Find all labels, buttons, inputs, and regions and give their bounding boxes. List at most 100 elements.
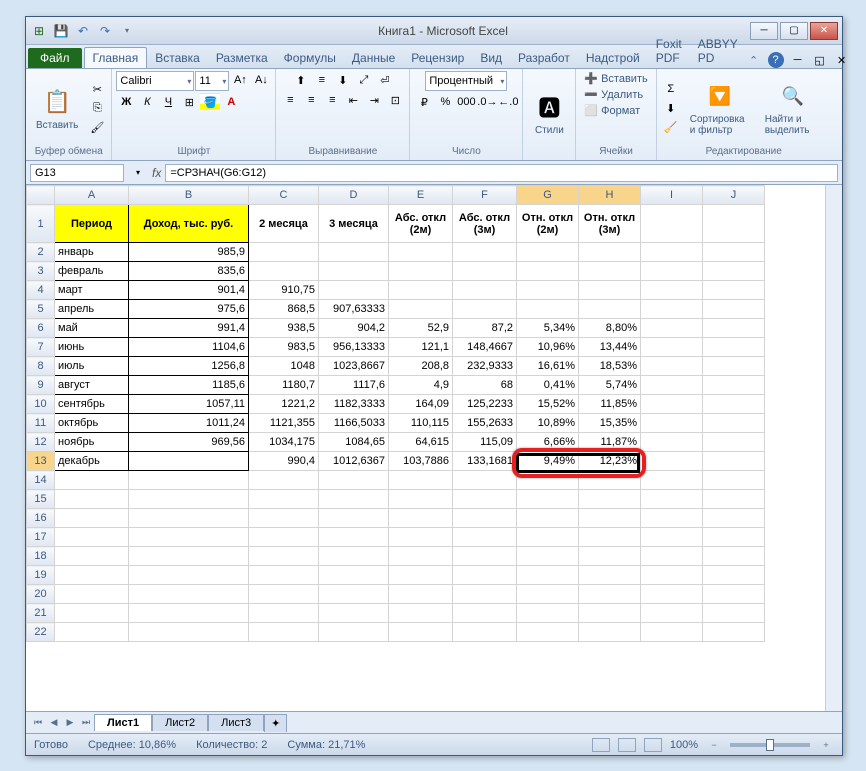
cell-J10[interactable] xyxy=(703,395,765,414)
row-header-15[interactable]: 15 xyxy=(27,490,55,509)
find-select-button[interactable]: 🔍 Найти и выделить xyxy=(759,78,827,138)
cell-I18[interactable] xyxy=(641,547,703,566)
cell-G10[interactable]: 15,52% xyxy=(517,395,579,414)
cell-F14[interactable] xyxy=(453,471,517,490)
cell-J22[interactable] xyxy=(703,623,765,642)
vertical-scrollbar[interactable] xyxy=(825,185,842,711)
paste-button[interactable]: 📋 Вставить xyxy=(30,84,84,133)
cell-C2[interactable] xyxy=(249,243,319,262)
cell-C17[interactable] xyxy=(249,528,319,547)
merge-icon[interactable]: ⊡ xyxy=(385,91,405,109)
cell-H15[interactable] xyxy=(579,490,641,509)
row-header-11[interactable]: 11 xyxy=(27,414,55,433)
cell-D5[interactable]: 907,63333 xyxy=(319,300,389,319)
cell-G15[interactable] xyxy=(517,490,579,509)
cell-A15[interactable] xyxy=(55,490,129,509)
cell-H14[interactable] xyxy=(579,471,641,490)
maximize-button[interactable]: ▢ xyxy=(780,22,808,40)
wrap-text-icon[interactable]: ⏎ xyxy=(375,71,395,89)
cell-D8[interactable]: 1023,8667 xyxy=(319,357,389,376)
cell-F13[interactable]: 133,1681 xyxy=(453,452,517,471)
cell-E8[interactable]: 208,8 xyxy=(389,357,453,376)
col-header-I[interactable]: I xyxy=(641,186,703,205)
cell-B18[interactable] xyxy=(129,547,249,566)
cell-D7[interactable]: 956,13333 xyxy=(319,338,389,357)
cell-H12[interactable]: 11,87% xyxy=(579,433,641,452)
cell-G3[interactable] xyxy=(517,262,579,281)
cell-B14[interactable] xyxy=(129,471,249,490)
cell-F15[interactable] xyxy=(453,490,517,509)
cell-C3[interactable] xyxy=(249,262,319,281)
cut-icon[interactable]: ✂ xyxy=(87,80,107,98)
styles-button[interactable]: 🅰 Стили xyxy=(527,89,571,138)
border-icon[interactable]: ⊞ xyxy=(179,93,199,111)
doc-minimize-icon[interactable]: ─ xyxy=(790,52,806,68)
cell-F12[interactable]: 115,09 xyxy=(453,433,517,452)
pagebreak-view-icon[interactable] xyxy=(644,738,662,752)
cell-H20[interactable] xyxy=(579,585,641,604)
dec-decimal-icon[interactable]: ←.0 xyxy=(498,93,518,111)
cell-E5[interactable] xyxy=(389,300,453,319)
cell-F20[interactable] xyxy=(453,585,517,604)
tab-home[interactable]: Главная xyxy=(84,47,148,68)
cell-E10[interactable]: 164,09 xyxy=(389,395,453,414)
format-cells-button[interactable]: ⬜Формат xyxy=(580,103,651,118)
cell-H18[interactable] xyxy=(579,547,641,566)
cell-E20[interactable] xyxy=(389,585,453,604)
help-icon[interactable]: ? xyxy=(768,52,784,68)
cell-J6[interactable] xyxy=(703,319,765,338)
grow-font-icon[interactable]: A↑ xyxy=(230,71,250,89)
row-header-7[interactable]: 7 xyxy=(27,338,55,357)
sheet-tab-1[interactable]: Лист1 xyxy=(94,714,152,731)
prev-sheet-icon[interactable]: ◀ xyxy=(46,715,62,731)
cell-C7[interactable]: 983,5 xyxy=(249,338,319,357)
cell-A7[interactable]: июнь xyxy=(55,338,129,357)
row-header-5[interactable]: 5 xyxy=(27,300,55,319)
cell-E12[interactable]: 64,615 xyxy=(389,433,453,452)
tab-abbyy[interactable]: ABBYY PD xyxy=(690,34,746,68)
row-header-18[interactable]: 18 xyxy=(27,547,55,566)
close-button[interactable]: ✕ xyxy=(810,22,838,40)
zoom-out-icon[interactable]: − xyxy=(706,737,722,753)
cell-E15[interactable] xyxy=(389,490,453,509)
cell-E21[interactable] xyxy=(389,604,453,623)
row-header-20[interactable]: 20 xyxy=(27,585,55,604)
cell-J21[interactable] xyxy=(703,604,765,623)
cell-J9[interactable] xyxy=(703,376,765,395)
cell-D9[interactable]: 1117,6 xyxy=(319,376,389,395)
cell-F10[interactable]: 125,2233 xyxy=(453,395,517,414)
cell-H19[interactable] xyxy=(579,566,641,585)
cell-A6[interactable]: май xyxy=(55,319,129,338)
cell-D2[interactable] xyxy=(319,243,389,262)
row-header-3[interactable]: 3 xyxy=(27,262,55,281)
cell-B16[interactable] xyxy=(129,509,249,528)
cell-H17[interactable] xyxy=(579,528,641,547)
autosum-icon[interactable]: Σ xyxy=(661,80,681,98)
cell-D19[interactable] xyxy=(319,566,389,585)
cell-A17[interactable] xyxy=(55,528,129,547)
cell-A19[interactable] xyxy=(55,566,129,585)
cell-F18[interactable] xyxy=(453,547,517,566)
last-sheet-icon[interactable]: ⏭ xyxy=(78,715,94,731)
cell-C20[interactable] xyxy=(249,585,319,604)
col-header-C[interactable]: C xyxy=(249,186,319,205)
font-size-combo[interactable]: 11 xyxy=(195,71,229,91)
first-sheet-icon[interactable]: ⏮ xyxy=(30,715,46,731)
align-right-icon[interactable]: ≡ xyxy=(322,91,342,109)
row-header-6[interactable]: 6 xyxy=(27,319,55,338)
orientation-icon[interactable]: ⤢ xyxy=(354,71,374,89)
cell-D4[interactable] xyxy=(319,281,389,300)
cell-G5[interactable] xyxy=(517,300,579,319)
cell-C18[interactable] xyxy=(249,547,319,566)
cell-E4[interactable] xyxy=(389,281,453,300)
cell-G11[interactable]: 10,89% xyxy=(517,414,579,433)
cell-F2[interactable] xyxy=(453,243,517,262)
cell-H8[interactable]: 18,53% xyxy=(579,357,641,376)
undo-icon[interactable]: ↶ xyxy=(74,22,92,40)
pagelayout-view-icon[interactable] xyxy=(618,738,636,752)
cell-G4[interactable] xyxy=(517,281,579,300)
name-dropdown-icon[interactable]: ▾ xyxy=(128,164,148,182)
font-name-combo[interactable]: Calibri xyxy=(116,71,194,91)
cell-C22[interactable] xyxy=(249,623,319,642)
cell-C13[interactable]: 990,4 xyxy=(249,452,319,471)
